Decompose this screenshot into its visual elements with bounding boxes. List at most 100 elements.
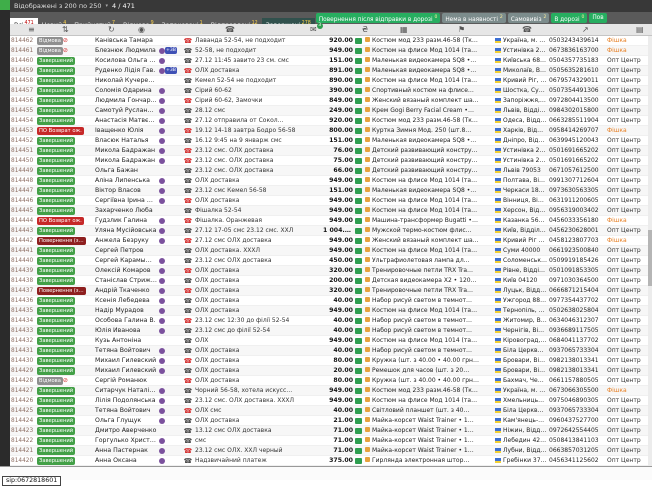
viber-icon[interactable]	[159, 58, 165, 64]
table-row[interactable]: 814426 Завершений⊘ Лілія Подолянська ☎ 2…	[10, 396, 652, 406]
customer-name[interactable]: Косилова Ольга Ар.	[94, 56, 158, 65]
customer-name[interactable]: Сергей Петров	[94, 246, 158, 255]
customer-name[interactable]: Ситарчук Наталія Гр.	[94, 386, 158, 395]
call-icon[interactable]: ☎	[184, 367, 193, 375]
customer-name[interactable]: Кузь Антоніна	[94, 336, 158, 345]
customer-name[interactable]: Сергій Романюк	[94, 376, 158, 385]
order-comment[interactable]: 27.12 смс ОЛХ доставка	[194, 236, 322, 245]
viber-icon[interactable]	[159, 448, 165, 454]
order-comment[interactable]: 23.12 смс 12:30 до філії 52-54	[194, 316, 322, 325]
call-icon[interactable]: ☎	[184, 317, 193, 325]
order-comment[interactable]: ОЛХ доставка	[194, 416, 322, 425]
viber-icon[interactable]	[159, 178, 165, 184]
viber-icon[interactable]	[159, 228, 165, 234]
viber-icon[interactable]	[159, 298, 165, 304]
table-row[interactable]: 814431 Завершений⊘ Тетяна Войтович ☎ ОЛХ…	[10, 346, 652, 356]
products-icon[interactable]: ▦	[400, 25, 408, 35]
viber-icon[interactable]	[159, 268, 165, 274]
order-comment[interactable]: ОЛХ	[194, 336, 322, 345]
order-comment[interactable]: 23.12 смс. ОЛХ доставка. ХХХЛ	[194, 396, 322, 405]
table-row[interactable]: 814436 Завершений⊘ Ксенія Лебедева ☎ ОЛХ…	[10, 296, 652, 306]
customer-name[interactable]: Канівська Тамара	[94, 36, 158, 45]
table-row[interactable]: 814448 Завершений⊘ Аліна Липенська ☎ ОЛХ…	[10, 176, 652, 186]
viber-icon[interactable]	[159, 348, 165, 354]
viber-icon[interactable]	[159, 418, 165, 424]
viber-icon[interactable]	[159, 258, 165, 264]
call-icon[interactable]: ☎	[184, 287, 193, 295]
table-row[interactable]: 814455 Завершений⊘ Самотуй Руслана Во. ☎…	[10, 106, 652, 116]
call-icon[interactable]: ☎	[184, 117, 193, 125]
customer-name[interactable]: Тетяна Войтович	[94, 346, 158, 355]
order-comment[interactable]: 27.12 11:45 завито 23 см. смс	[194, 56, 322, 65]
table-row[interactable]: 814452 Завершений⊘ Власюк Наталья ☎ 16.1…	[10, 136, 652, 146]
customer-name[interactable]: Микола Бадражан	[94, 156, 158, 165]
table-row[interactable]: 814445 Завершений⊘ Захарченко Люба ☎ Фіш…	[10, 206, 652, 216]
table-row[interactable]: 814430 Завершений⊘ Михаил Гилевский ☎ ОЛ…	[10, 356, 652, 366]
viber-icon[interactable]	[159, 158, 165, 164]
viber-icon[interactable]	[159, 358, 165, 364]
table-row[interactable]: 814439 Завершений⊘ Олексій Комаров ☎ ОЛХ…	[10, 266, 652, 276]
order-comment[interactable]: ОЛХ доставка	[194, 296, 322, 305]
order-comment[interactable]: 23.12 смс ОЛХ. ХХЛ черный	[194, 446, 322, 455]
viber-icon[interactable]	[159, 148, 165, 154]
order-comment[interactable]: 27.12 отправила от Сокол…	[194, 116, 322, 125]
order-comment[interactable]: ОЛХ доставка	[194, 196, 322, 205]
customer-name[interactable]: Іващенко Юлія	[94, 126, 158, 135]
table-row[interactable]: 814450 Завершений⊘ Микола Бадражан ☎ 23.…	[10, 156, 652, 166]
table-row[interactable]: 814434 Завершений⊘ Особова Галина В. ☎ 2…	[10, 316, 652, 326]
table-row[interactable]: 814420 Завершений⊘ Анна Оксана ☎ Надзвич…	[10, 456, 652, 466]
order-comment[interactable]: ОЛХ доставка	[194, 176, 322, 185]
call-icon[interactable]: ☎	[184, 307, 193, 315]
order-comment[interactable]: ОЛХ доставка	[194, 306, 322, 315]
customer-name[interactable]: Гудзлик Галина	[94, 216, 158, 225]
call-icon[interactable]: ☎	[184, 337, 193, 345]
viber-icon[interactable]	[159, 458, 165, 464]
app-logo[interactable]	[0, 0, 10, 10]
table-row[interactable]: 814423 Завершений⊘ Дмитро Аверченко ☎ 13…	[10, 426, 652, 436]
viber-icon[interactable]	[159, 368, 165, 374]
call-icon[interactable]: ☎	[184, 237, 193, 245]
viber-icon[interactable]	[159, 438, 165, 444]
viber-icon[interactable]	[159, 388, 165, 394]
order-comment[interactable]: 52-58, не подходит	[194, 46, 322, 55]
customer-name[interactable]: Анжела Безруку	[94, 236, 158, 245]
customer-name[interactable]: Дмитро Аверченко	[94, 426, 158, 435]
order-comment[interactable]: Фішалка. Оранжевая	[194, 216, 322, 225]
order-comment[interactable]: ОЛХ доставка. ХХХЛ	[194, 246, 322, 255]
customer-name[interactable]: Горгулько Христина	[94, 436, 158, 445]
order-comment[interactable]: 19.12 14-18 завтра Бодро 56-58	[194, 126, 322, 135]
columns-icon[interactable]: ▤	[636, 25, 644, 35]
table-row[interactable]: 814462 Відмова⊘ Канівська Тамара ☎ Лаван…	[10, 36, 652, 46]
customer-name[interactable]: Станіслав Стрижак	[94, 276, 158, 285]
table-row[interactable]: 814449 Завершений⊘ Ольга Бажан ☎ 23.12 с…	[10, 166, 652, 176]
table-row[interactable]: 814458 Завершений⊘ Николай Кучеренко ☎ К…	[10, 76, 652, 86]
chevron-down-icon[interactable]: ▾	[106, 0, 109, 12]
order-comment[interactable]: смс	[194, 436, 322, 445]
refresh-icon[interactable]: ↻	[108, 25, 115, 35]
table-row[interactable]: 814429 Завершений⊘ Михаил Гилевский ☎ ОЛ…	[10, 366, 652, 376]
order-comment[interactable]: 27.12 17-05 смс 23.12 смс. ХХЛ	[194, 226, 322, 235]
customer-name[interactable]: Николай Кучеренко	[94, 76, 158, 85]
call-icon[interactable]: ☎	[184, 37, 193, 45]
customer-name[interactable]: Надір Мурадов	[94, 306, 158, 315]
order-comment[interactable]: ОЛХ доставка	[194, 356, 322, 365]
order-comment[interactable]: ОЛХ доставка	[194, 266, 322, 275]
call-icon[interactable]: ☎	[184, 227, 193, 235]
table-row[interactable]: 814435 Завершений⊘ Надір Мурадов ☎ ОЛХ д…	[10, 306, 652, 316]
table-row[interactable]: 814447 Завершений⊘ Віктор Власов ☎ 23.12…	[10, 186, 652, 196]
customer-name[interactable]: Анна Оксана	[94, 456, 158, 465]
callback-icon[interactable]: ☎	[522, 25, 532, 35]
table-row[interactable]: 814432 Завершений⊘ Кузь Антоніна ☎ ОЛХ 9…	[10, 336, 652, 346]
call-icon[interactable]: ☎	[184, 277, 193, 285]
customer-name[interactable]: Віктор Власов	[94, 186, 158, 195]
table-row[interactable]: 814440 Завершений⊘ Сергей Карамышев ☎ 23…	[10, 256, 652, 266]
customer-name[interactable]: Власюк Наталья	[94, 136, 158, 145]
order-comment[interactable]: ОЛХ смс	[194, 406, 322, 415]
call-icon[interactable]: ☎	[184, 297, 193, 305]
table-row[interactable]: 814422 Завершений⊘ Горгулько Христина ☎ …	[10, 436, 652, 446]
table-row[interactable]: 814444 ПО Возврат ож.⊘ Гудзлик Галина ☎ …	[10, 216, 652, 226]
customer-name[interactable]: Юлія Иванова	[94, 326, 158, 335]
customer-name[interactable]: Андрій Ткаченко	[94, 286, 158, 295]
viber-icon[interactable]	[159, 238, 165, 244]
call-icon[interactable]: ☎	[184, 217, 193, 225]
